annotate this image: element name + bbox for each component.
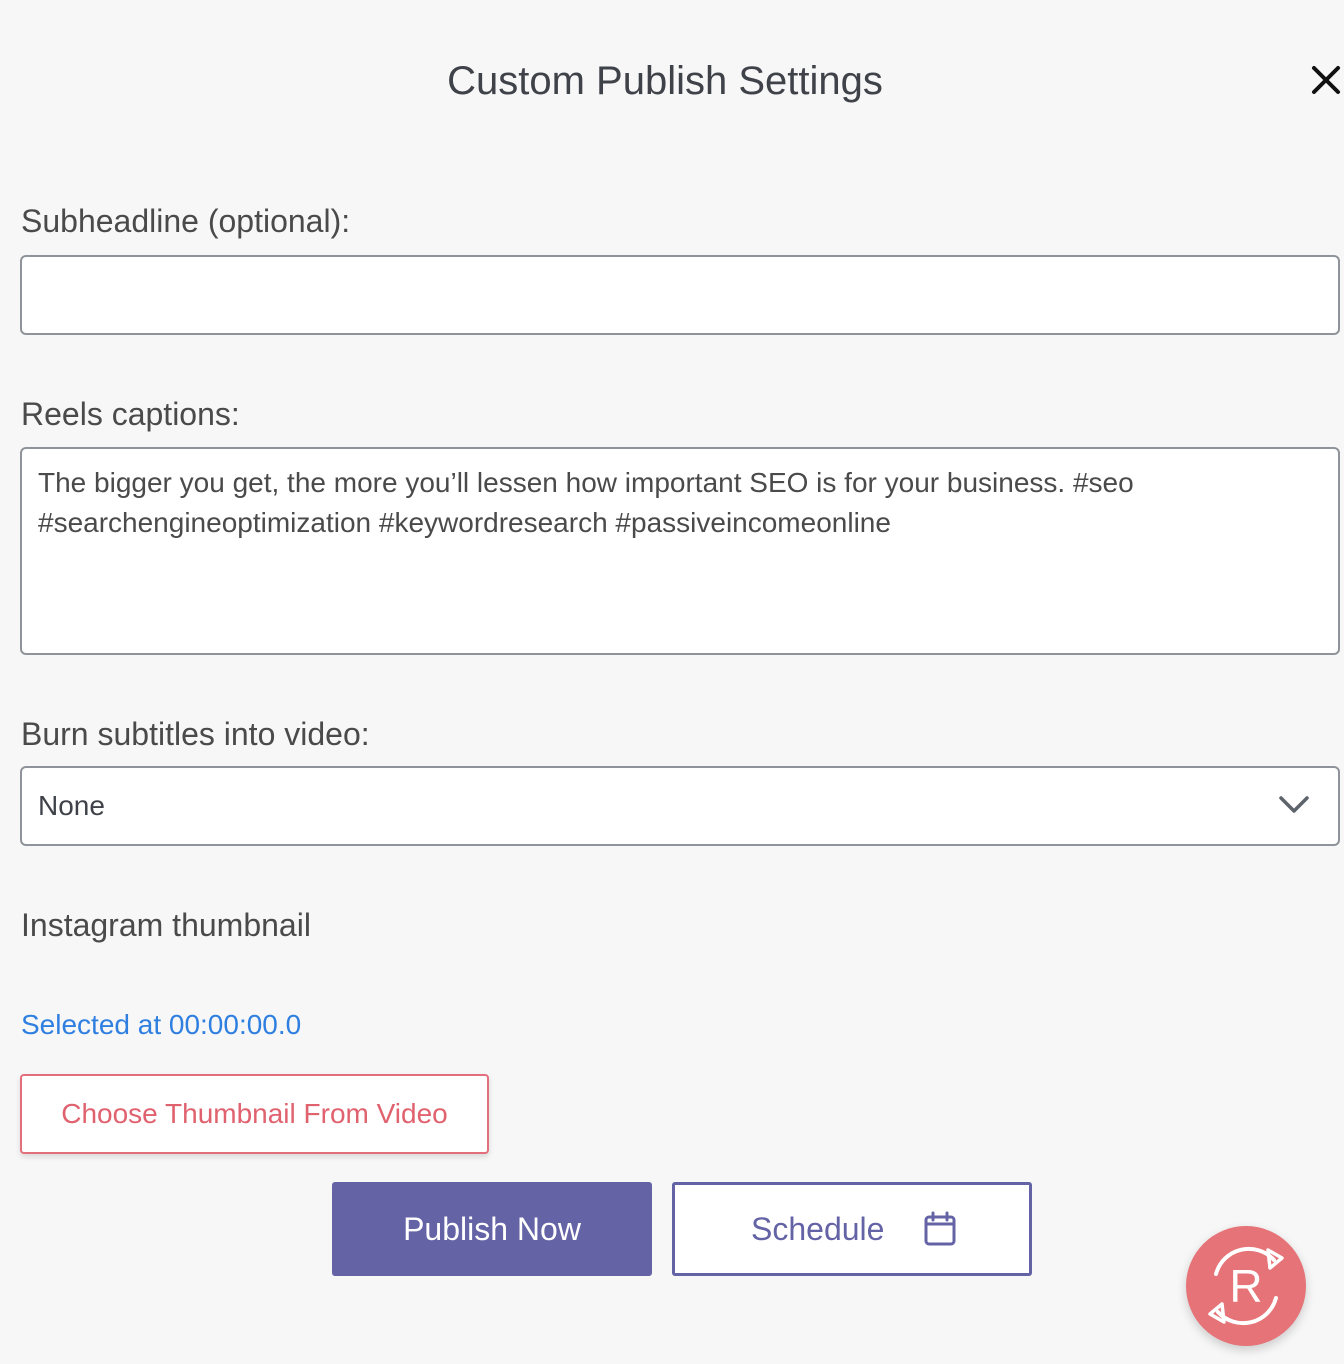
chevron-down-icon: [1279, 796, 1309, 813]
modal-title: Custom Publish Settings: [447, 59, 883, 103]
captions-label: Reels captions:: [21, 396, 240, 432]
close-icon: [1312, 66, 1340, 94]
subheadline-input[interactable]: [20, 255, 1340, 335]
repurpose-logo-icon: R: [1208, 1246, 1284, 1326]
subtitles-selected-value: None: [38, 790, 105, 821]
schedule-label: Schedule: [751, 1211, 885, 1247]
svg-text:R: R: [1229, 1260, 1262, 1312]
close-button[interactable]: [1308, 62, 1344, 98]
captions-textarea[interactable]: The bigger you get, the more you’ll less…: [20, 447, 1340, 655]
repurpose-fab-button[interactable]: R: [1186, 1226, 1306, 1346]
subtitles-select[interactable]: None: [20, 766, 1340, 846]
publish-settings-modal: Custom Publish Settings Subheadline (opt…: [0, 0, 1344, 1364]
subtitles-label: Burn subtitles into video:: [21, 716, 370, 752]
publish-now-button[interactable]: Publish Now: [332, 1182, 652, 1276]
calendar-icon: [924, 1211, 956, 1246]
thumbnail-selected-time: Selected at 00:00:00.0: [21, 1009, 302, 1040]
thumbnail-label: Instagram thumbnail: [21, 907, 311, 943]
schedule-button[interactable]: Schedule: [672, 1182, 1032, 1276]
choose-thumbnail-button[interactable]: Choose Thumbnail From Video: [20, 1074, 489, 1154]
subheadline-label: Subheadline (optional):: [21, 203, 351, 239]
